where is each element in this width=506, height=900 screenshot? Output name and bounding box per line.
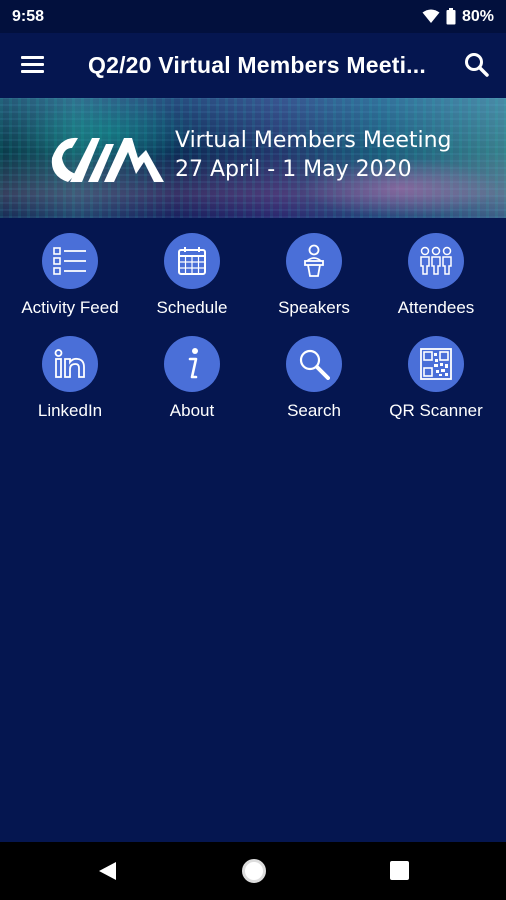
status-icons: 80% xyxy=(422,8,494,26)
people-icon xyxy=(420,246,452,275)
tile-schedule[interactable]: Schedule xyxy=(131,233,253,333)
tile-about[interactable]: About xyxy=(131,336,253,436)
battery-icon xyxy=(446,8,456,25)
tile-label: Schedule xyxy=(156,298,228,317)
qr-code-icon xyxy=(420,348,452,380)
activity-feed-icon xyxy=(53,247,86,275)
search-icon[interactable] xyxy=(462,50,492,80)
hamburger-menu-icon[interactable] xyxy=(21,53,49,77)
tile-label: Search xyxy=(287,401,341,420)
event-logo xyxy=(51,137,164,182)
tile-linkedin[interactable]: LinkedIn xyxy=(9,336,131,436)
tile-label: Speakers xyxy=(278,298,350,317)
battery-percent: 80% xyxy=(461,7,494,25)
calendar-icon xyxy=(178,247,206,275)
tile-attendees[interactable]: Attendees xyxy=(375,233,497,333)
status-time: 9:58 xyxy=(12,7,45,25)
back-triangle-icon[interactable] xyxy=(96,860,118,882)
tile-search[interactable]: Search xyxy=(253,336,375,436)
home-circle-icon[interactable] xyxy=(242,859,266,883)
banner-event-name: Virtual Members Meeting xyxy=(175,128,452,153)
tile-activity-feed[interactable]: Activity Feed xyxy=(9,233,131,333)
system-nav-bar xyxy=(0,842,506,900)
banner-event-dates: 27 April - 1 May 2020 xyxy=(175,157,412,182)
recent-apps-square-icon[interactable] xyxy=(390,861,409,880)
tile-label: LinkedIn xyxy=(37,401,103,420)
tile-label: Attendees xyxy=(397,298,475,317)
magnifier-icon xyxy=(299,349,330,380)
linkedin-icon xyxy=(54,349,85,378)
speaker-podium-icon xyxy=(304,244,324,277)
status-bar: 9:58 80% xyxy=(0,0,506,33)
tile-label: Activity Feed xyxy=(21,298,119,317)
tile-label: About xyxy=(169,401,215,420)
wifi-icon xyxy=(422,9,440,23)
app-bar: Q2/20 Virtual Members Meeti... xyxy=(0,33,506,98)
tile-speakers[interactable]: Speakers xyxy=(253,233,375,333)
tile-qr-scanner[interactable]: QR Scanner xyxy=(375,336,497,436)
app-title: Q2/20 Virtual Members Meeti... xyxy=(88,52,426,78)
tile-label: QR Scanner xyxy=(389,401,483,420)
info-icon xyxy=(188,348,198,379)
